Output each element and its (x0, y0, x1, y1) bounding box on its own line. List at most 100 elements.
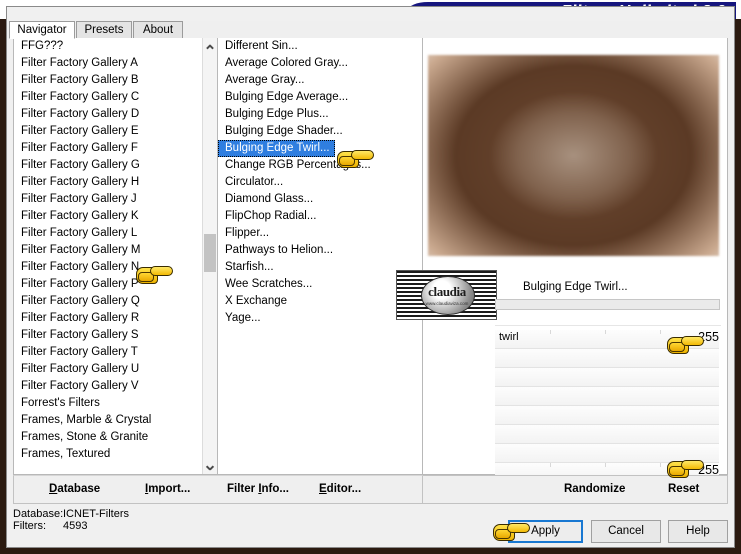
status-database-key: Database: (13, 508, 64, 520)
filter-item[interactable]: Flipper... (218, 225, 422, 242)
filter-item[interactable]: Change RGB Percentages... (218, 157, 422, 174)
filter-item-selected[interactable]: Bulging Edge Twirl... (218, 140, 335, 157)
filter-item[interactable]: X Exchange (218, 293, 422, 310)
database-button[interactable]: Database (49, 483, 100, 495)
category-item[interactable]: Filter Factory Gallery V (14, 378, 217, 395)
preset-slider-track[interactable] (495, 299, 720, 310)
filter-item[interactable]: Yage... (218, 310, 422, 327)
slider-tick (660, 330, 661, 334)
parameter-slider-track[interactable] (495, 425, 719, 443)
category-list-panel[interactable]: FFG??? Filter Factory Gallery A Filter Fac… (13, 38, 218, 475)
randomize-button[interactable]: Randomize (564, 483, 625, 495)
claudia-watermark-logo: claudia www.claudiaviza.com (396, 270, 497, 320)
logo-subtext: www.claudiaviza.com (425, 301, 469, 306)
preview-and-parameters-panel: claudia www.claudiaviza.com Bulging Edge… (396, 38, 728, 482)
category-scrollbar[interactable] (202, 38, 217, 474)
parameter-row[interactable] (423, 444, 727, 463)
scrollbar-thumb[interactable] (204, 234, 216, 272)
filter-item[interactable]: Bulging Edge Average... (218, 89, 422, 106)
filter-info-button[interactable]: Filter Info... (227, 483, 289, 495)
application-window: Filters Unlimited 2.0 NavigatorPresetsAb… (0, 0, 741, 554)
parameter-slider-track[interactable] (495, 368, 719, 386)
cancel-button[interactable]: Cancel (591, 520, 661, 543)
filter-item[interactable]: Different Sin... (218, 38, 422, 55)
filter-item[interactable]: Wee Scratches... (218, 276, 422, 293)
parameter-rows: twirl 255 255 (423, 330, 727, 482)
slider-tick (605, 330, 606, 334)
category-item[interactable]: Frames, Textured (14, 446, 217, 463)
parameter-row[interactable] (423, 368, 727, 387)
parameter-row[interactable] (423, 387, 727, 406)
right-toolbar: Randomize Reset (423, 475, 728, 504)
category-item[interactable]: Filter Factory Gallery H (14, 174, 217, 191)
category-item[interactable]: Filter Factory Gallery L (14, 225, 217, 242)
category-item[interactable]: FFG??? (14, 38, 217, 55)
slider-tick (605, 463, 606, 467)
category-item-partial[interactable] (14, 463, 217, 474)
filter-item[interactable]: Pathways to Helion... (218, 242, 422, 259)
scroll-down-icon[interactable] (203, 459, 217, 474)
category-item[interactable]: Filter Factory Gallery K (14, 208, 217, 225)
category-item[interactable]: Filter Factory Gallery B (14, 72, 217, 89)
filter-item[interactable]: Diamond Glass... (218, 191, 422, 208)
help-button[interactable]: Help (668, 520, 728, 543)
category-item[interactable]: Filter Factory Gallery G (14, 157, 217, 174)
filter-item[interactable]: Average Colored Gray... (218, 55, 422, 72)
filter-list-panel[interactable]: Different Sin... Average Colored Gray... A… (218, 38, 423, 475)
filter-info-label-b: nfo... (261, 483, 289, 495)
category-item[interactable]: Filter Factory Gallery R (14, 310, 217, 327)
category-item[interactable]: Frames, Stone & Granite (14, 429, 217, 446)
category-item[interactable]: Frames, Marble & Crystal (14, 412, 217, 429)
filter-item[interactable]: Circulator... (218, 174, 422, 191)
parameter-slider-track[interactable] (495, 387, 719, 405)
tab-about[interactable]: About (133, 21, 183, 38)
slider-tick (660, 463, 661, 467)
category-item[interactable]: Filter Factory Gallery N (14, 259, 217, 276)
filter-item[interactable]: Average Gray... (218, 72, 422, 89)
parameter-slider-track[interactable] (495, 349, 719, 367)
category-list[interactable]: FFG??? Filter Factory Gallery A Filter Fac… (14, 38, 217, 474)
tab-navigator[interactable]: Navigator (9, 21, 75, 39)
category-item[interactable]: Filter Factory Gallery Q (14, 293, 217, 310)
apply-button[interactable]: Apply (508, 520, 583, 543)
category-item[interactable]: Filter Factory Gallery M (14, 242, 217, 259)
parameter-row[interactable] (423, 406, 727, 425)
category-item[interactable]: Filter Factory Gallery F (14, 140, 217, 157)
category-item[interactable]: Filter Factory Gallery C (14, 89, 217, 106)
category-item[interactable]: Forrest's Filters (14, 395, 217, 412)
logo-wordmark: claudia (428, 284, 466, 299)
category-item[interactable]: Filter Factory Gallery U (14, 361, 217, 378)
editor-label: ditor... (326, 483, 362, 495)
category-item[interactable]: Filter Factory Gallery T (14, 344, 217, 361)
left-toolbar: Database Import... Filter Info... Editor… (13, 475, 423, 504)
filter-item[interactable]: Bulging Edge Shader... (218, 123, 422, 140)
parameter-slider-track[interactable] (495, 406, 719, 424)
tab-presets[interactable]: Presets (76, 21, 132, 38)
slider-tick (550, 463, 551, 467)
parameter-slider-track[interactable] (495, 330, 719, 348)
filter-list[interactable]: Different Sin... Average Colored Gray... A… (218, 38, 422, 474)
filter-item[interactable]: Starfish... (218, 259, 422, 276)
scroll-up-icon[interactable] (203, 38, 217, 53)
slider-tick (550, 330, 551, 334)
filter-preview-image[interactable] (428, 55, 719, 256)
category-item[interactable]: Filter Factory Gallery A (14, 55, 217, 72)
selected-filter-title: Bulging Edge Twirl... (523, 281, 628, 293)
parameter-row[interactable]: twirl 255 (423, 330, 727, 349)
category-item[interactable]: Filter Factory Gallery S (14, 327, 217, 344)
import-button[interactable]: Import... (145, 483, 190, 495)
reset-button[interactable]: Reset (668, 483, 699, 495)
parameter-row[interactable] (423, 425, 727, 444)
category-item[interactable]: Filter Factory Gallery P (14, 276, 217, 293)
status-filters-key: Filters: (13, 520, 46, 532)
filter-item[interactable]: Bulging Edge Plus... (218, 106, 422, 123)
parameter-slider-track[interactable] (495, 444, 719, 462)
import-label: mport... (148, 483, 191, 495)
parameter-row[interactable] (423, 349, 727, 368)
database-label: atabase (57, 483, 101, 495)
category-item[interactable]: Filter Factory Gallery J (14, 191, 217, 208)
category-item[interactable]: Filter Factory Gallery E (14, 123, 217, 140)
filter-item[interactable]: FlipChop Radial... (218, 208, 422, 225)
category-item[interactable]: Filter Factory Gallery D (14, 106, 217, 123)
editor-button[interactable]: Editor... (319, 483, 361, 495)
